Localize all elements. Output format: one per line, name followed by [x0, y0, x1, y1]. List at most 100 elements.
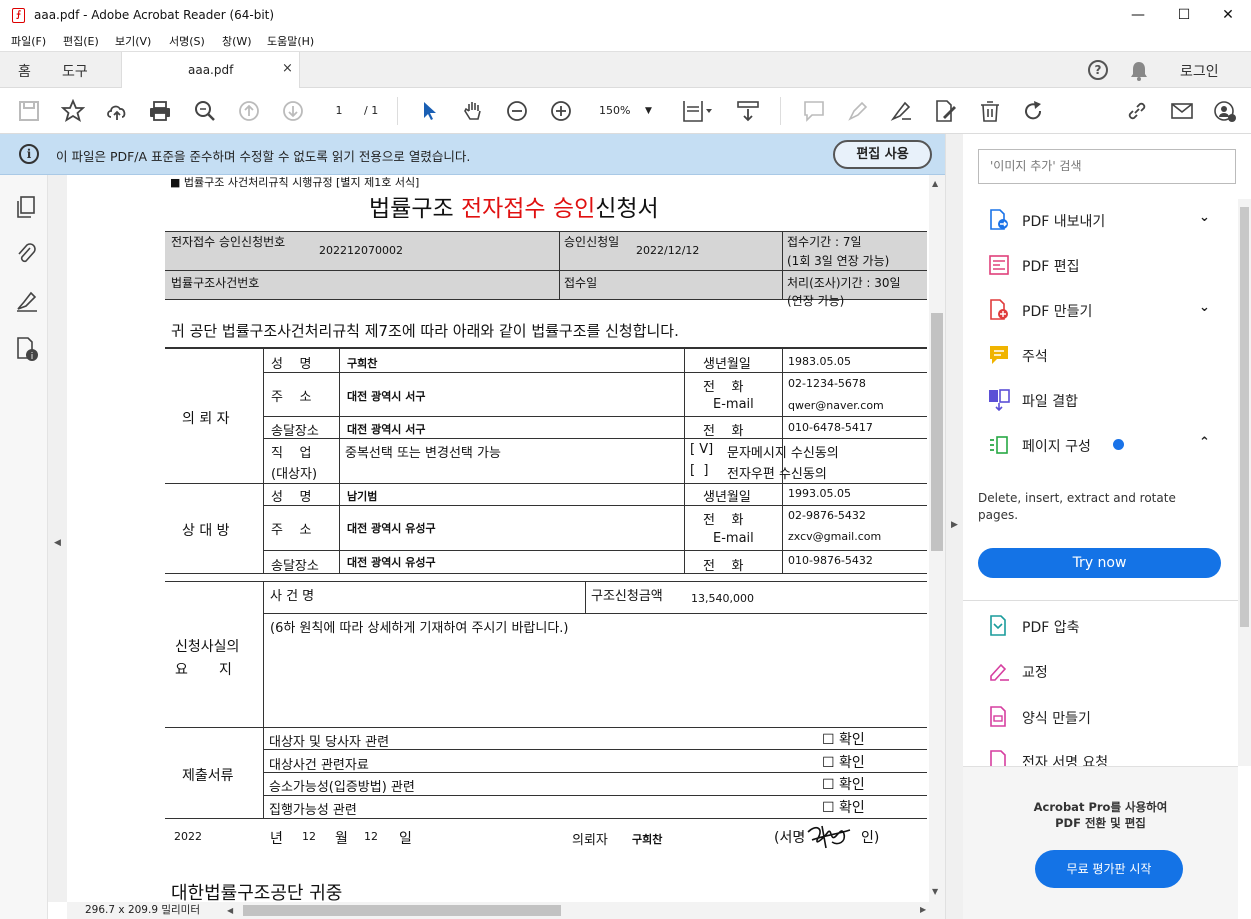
prev-page-icon[interactable] [237, 99, 261, 123]
comment-icon[interactable] [802, 99, 826, 123]
document-vertical-scrollbar[interactable]: ▲ ▼ [929, 175, 945, 902]
combine-files-icon [989, 389, 1010, 411]
menu-help[interactable]: 도움말(H) [267, 33, 314, 49]
scrollbar-thumb[interactable] [243, 905, 561, 916]
doc-item-check: ☐ 확인 [822, 732, 865, 748]
opponent-email: zxcv@gmail.com [788, 530, 882, 543]
zoom-search-icon[interactable] [193, 99, 217, 123]
user-add-icon[interactable] [1213, 99, 1237, 123]
doc-item-label: 집행가능성 관련 [269, 803, 357, 818]
form-title-red: 전자접수 승인 [460, 196, 596, 222]
try-now-button[interactable]: Try now [978, 548, 1221, 578]
menu-file[interactable]: 파일(F) [11, 33, 46, 49]
tool-create-pdf[interactable]: PDF 만들기 ⌄ [963, 289, 1223, 331]
minimize-button[interactable]: — [1115, 0, 1161, 31]
close-window-button[interactable]: ✕ [1205, 0, 1251, 31]
scroll-down-icon[interactable]: ▼ [932, 887, 938, 896]
tool-request-esign[interactable]: 전자 서명 요청 [963, 740, 1223, 766]
tab-tools[interactable]: 도구 [62, 61, 88, 81]
select-cursor-icon[interactable] [418, 99, 442, 123]
applicant-email-label: E-mail [713, 397, 754, 412]
left-panel-toggle[interactable]: ◀ [48, 175, 67, 902]
save-icon[interactable] [17, 99, 41, 123]
compress-pdf-icon [990, 615, 1006, 636]
tools-pane-scrollbar[interactable] [1238, 199, 1251, 766]
scroll-mode-icon[interactable] [736, 99, 760, 123]
next-page-icon[interactable] [281, 99, 305, 123]
help-icon[interactable]: ? [1088, 60, 1108, 80]
tab-bar: 홈 도구 aaa.pdf × ? 로그인 [0, 51, 1251, 89]
menu-edit[interactable]: 편집(E) [63, 33, 99, 49]
facts-note: (6하 원칙에 따라 상세하게 기재하여 주시기 바랍니다.) [270, 621, 569, 636]
menu-sign[interactable]: 서명(S) [169, 33, 205, 49]
zoom-out-icon[interactable] [505, 99, 529, 123]
enable-editing-button[interactable]: 편집 사용 [833, 140, 932, 169]
opponent-name-label: 성 명 [271, 490, 312, 505]
form-header-note: ■ 법률구조 사건처리규칙 시행규정 [별지 제1호 서식] [170, 176, 420, 189]
signer-name: 구희찬 [632, 833, 663, 846]
scroll-up-icon[interactable]: ▲ [932, 179, 938, 188]
facts-label: 신청사실의 [175, 639, 240, 655]
tools-search-input[interactable]: '이미지 추가' 검색 [978, 149, 1236, 184]
edit-document-icon[interactable] [933, 99, 957, 123]
tool-comment[interactable]: 주석 [963, 334, 1223, 376]
signed-day: 12 [364, 830, 378, 843]
link-icon[interactable] [1125, 99, 1149, 123]
readonly-info-bar: i 이 파일은 PDF/A 표준을 준수하며 수정할 수 없도록 읽기 전용으로… [0, 134, 945, 175]
menu-view[interactable]: 보기(V) [115, 33, 151, 49]
scrollbar-thumb[interactable] [1240, 207, 1249, 627]
scrollbar-thumb[interactable] [931, 313, 943, 551]
svg-text:i: i [31, 352, 34, 362]
email-icon[interactable] [1170, 99, 1194, 123]
signed-month: 12 [302, 830, 316, 843]
tab-home[interactable]: 홈 [18, 61, 31, 81]
tool-label: 전자 서명 요청 [1022, 755, 1109, 766]
tool-combine-files[interactable]: 파일 결합 [963, 379, 1223, 421]
applicant-label: 의 뢰 자 [182, 411, 230, 427]
cloud-upload-icon[interactable] [105, 99, 129, 123]
applicant-phone2: 010-6478-5417 [788, 421, 873, 434]
page-fit-icon[interactable] [681, 99, 715, 123]
tool-compress-pdf[interactable]: PDF 압축 [963, 605, 1223, 647]
scroll-left-icon[interactable]: ◀ [227, 902, 233, 919]
star-icon[interactable] [61, 99, 85, 123]
login-button[interactable]: 로그인 [1180, 61, 1219, 81]
zoom-level-select[interactable]: 150% ▼ [593, 101, 663, 121]
page-thumbnails-icon[interactable] [15, 195, 37, 219]
attachment-icon[interactable] [15, 242, 37, 266]
toolbar-divider [397, 97, 398, 125]
rotate-icon[interactable] [1021, 99, 1045, 123]
year-unit: 년 [270, 831, 283, 847]
doc-item-label: 대상자 및 당사자 관련 [269, 735, 390, 750]
opponent-phone2-label: 전 화 [703, 559, 744, 574]
sign-pen-icon[interactable] [889, 99, 913, 123]
hand-tool-icon[interactable] [461, 99, 485, 123]
zoom-in-icon[interactable] [549, 99, 573, 123]
tab-document[interactable]: aaa.pdf × [121, 52, 300, 89]
start-free-trial-button[interactable]: 무료 평가판 시작 [1035, 850, 1183, 888]
prepare-form-icon [990, 706, 1006, 727]
document-properties-icon[interactable]: i [15, 336, 39, 362]
maximize-button[interactable]: ☐ [1161, 0, 1207, 31]
document-viewport[interactable]: ■ 법률구조 사건처리규칙 시행규정 [별지 제1호 서식] 법률구조 전자접수… [67, 175, 929, 902]
tool-export-pdf[interactable]: PDF 내보내기 ⌄ [963, 199, 1223, 241]
tool-prepare-form[interactable]: 양식 만들기 [963, 696, 1223, 738]
trash-icon[interactable] [978, 99, 1002, 123]
promo-line-2: PDF 전환 및 편집 [1055, 816, 1146, 830]
menu-window[interactable]: 창(W) [222, 33, 252, 49]
process-period: 처리(조사)기간 : 30일 [787, 276, 901, 290]
signature-panel-icon[interactable] [15, 289, 39, 313]
applicant-name-label: 성 명 [271, 357, 312, 372]
tool-redact[interactable]: 교정 [963, 650, 1223, 692]
bell-icon[interactable] [1129, 60, 1149, 82]
scroll-right-icon[interactable]: ▶ [920, 905, 926, 914]
tool-label: PDF 압축 [1022, 620, 1080, 636]
right-panel-toggle[interactable]: ▶ [945, 134, 963, 919]
documents-label: 제출서류 [182, 768, 234, 784]
tool-edit-pdf[interactable]: PDF 편집 [963, 244, 1223, 286]
tool-organize-pages[interactable]: 페이지 구성 ⌃ [963, 424, 1223, 466]
tab-close-icon[interactable]: × [282, 61, 293, 76]
highlight-pen-icon[interactable] [846, 99, 870, 123]
print-icon[interactable] [148, 99, 172, 123]
page-number-input[interactable]: 1 [325, 101, 353, 121]
